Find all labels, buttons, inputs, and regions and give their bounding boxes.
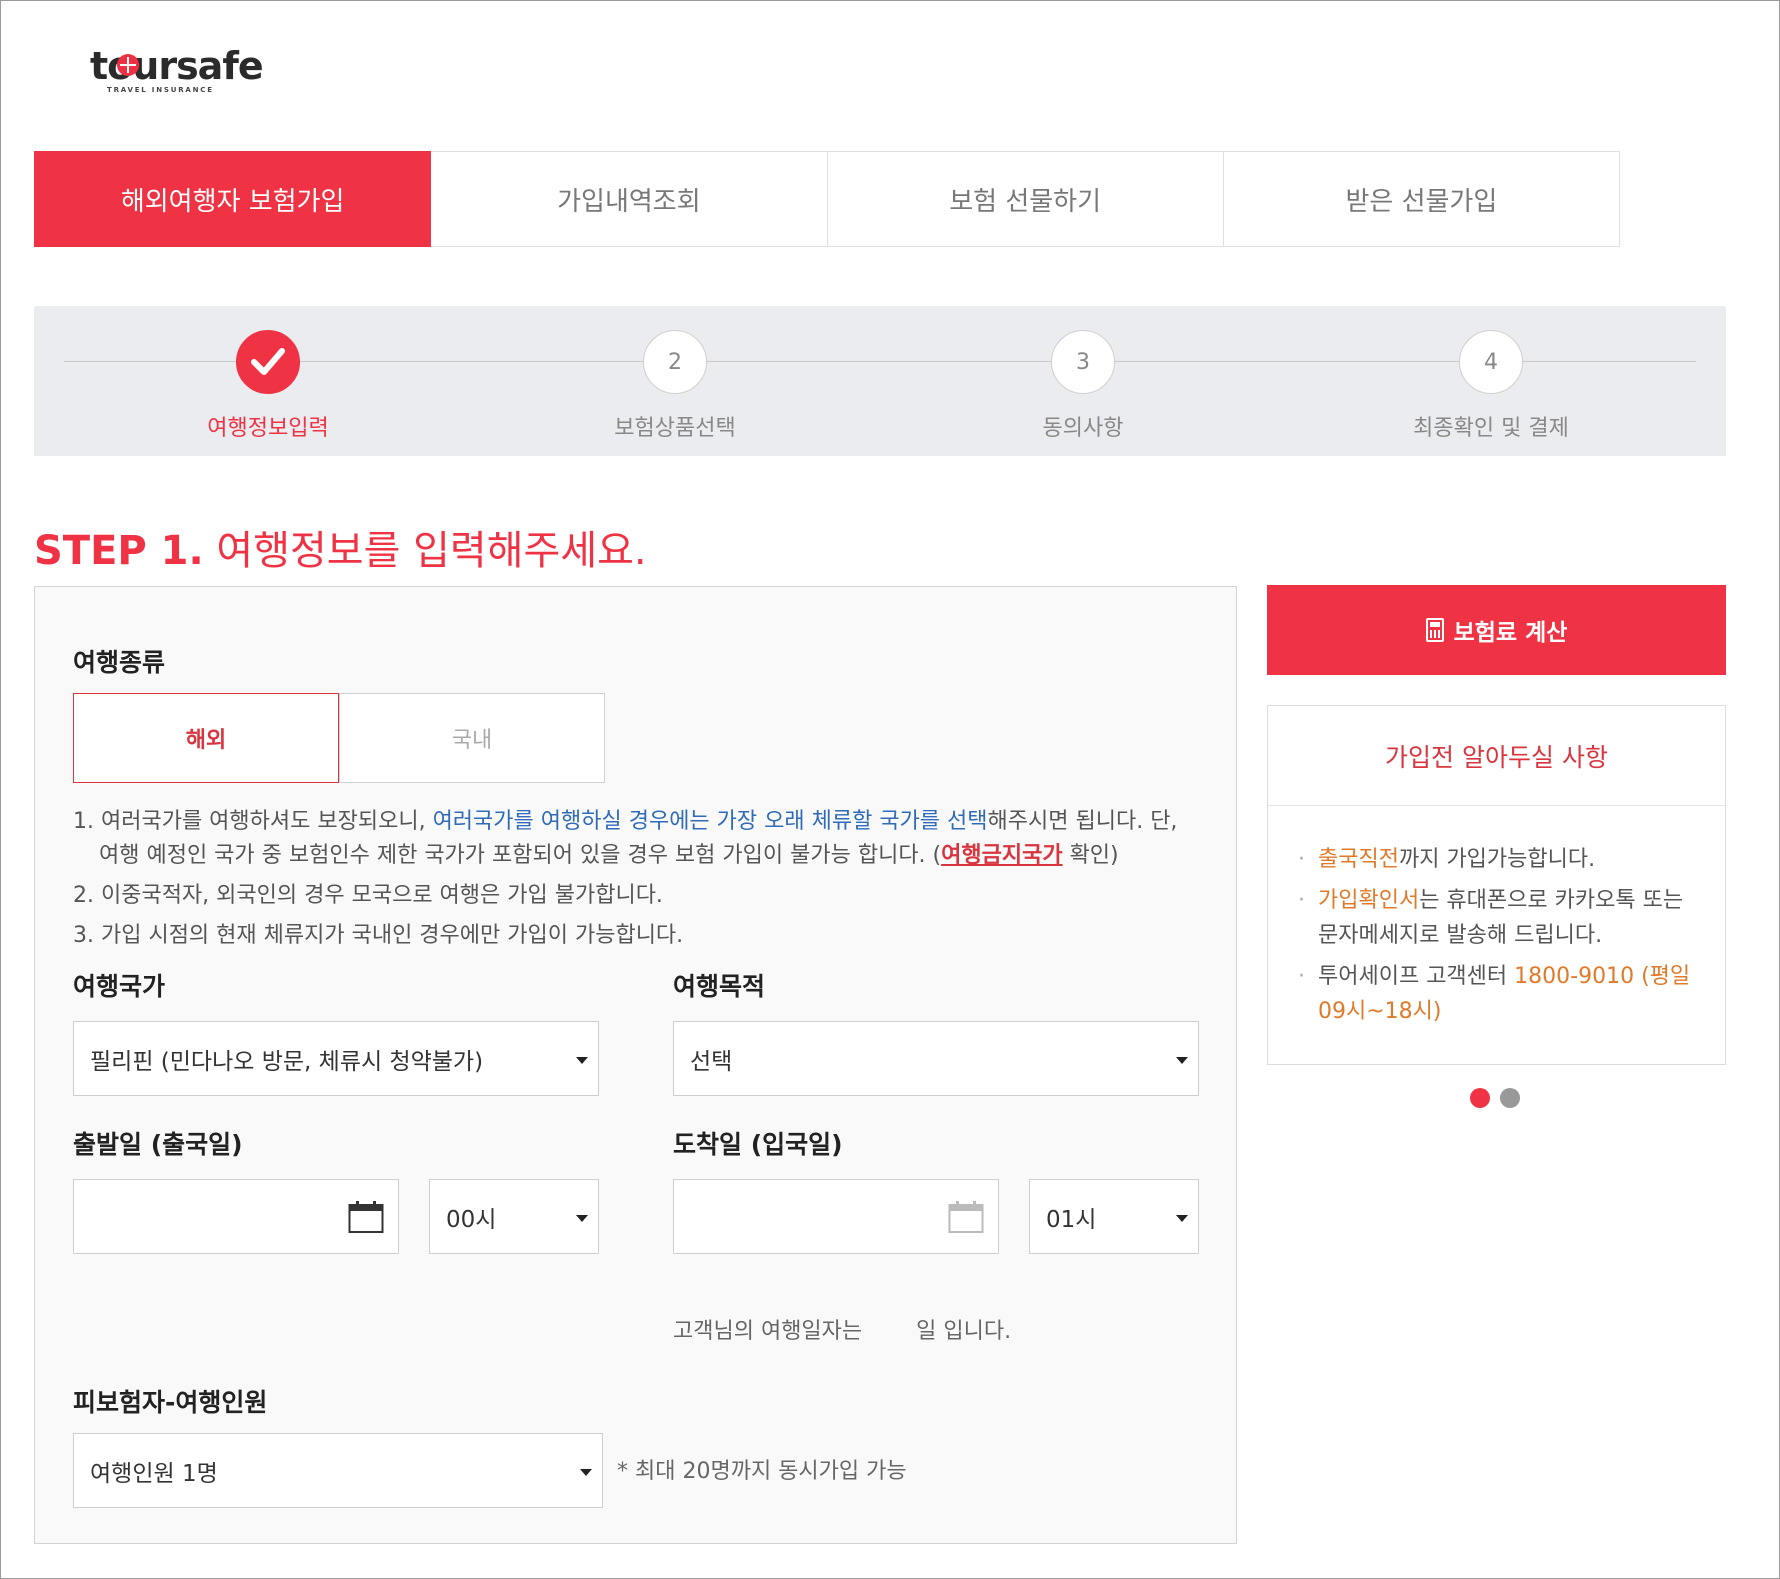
departure-date-input[interactable] — [73, 1179, 399, 1254]
globe-icon — [117, 54, 139, 76]
arrival-date-input[interactable] — [673, 1179, 999, 1254]
brand-logo[interactable]: toursafe TRAVEL INSURANCE — [90, 44, 264, 104]
country-label: 여행국가 — [73, 972, 166, 1001]
country-select[interactable]: 필리핀 (민다나오 방문, 체류시 청약불가) — [73, 1021, 599, 1096]
country-select-value: 필리핀 (민다나오 방문, 체류시 청약불가) — [90, 1048, 484, 1075]
tab-gift-insurance[interactable]: 보험 선물하기 — [827, 151, 1224, 247]
traveler-count-select[interactable]: 여행인원 1명 — [73, 1433, 603, 1508]
carousel-dot[interactable] — [1500, 1088, 1520, 1108]
notice-item: 3. 가입 시점의 현재 체류지가 국내인 경우에만 가입이 가능합니다. — [73, 923, 684, 948]
purpose-select[interactable]: 선택 — [673, 1021, 1199, 1096]
departure-hour-value: 00시 — [446, 1206, 497, 1233]
notice-box-item: 투어세이프 고객센터 1800-9010 (평일 09시~18시) — [1298, 959, 1705, 1029]
step-label: 최종확인 및 결제 — [1413, 416, 1569, 441]
departure-label: 출발일 (출국일) — [73, 1130, 243, 1159]
notice-text: 투어세이프 고객센터 — [1318, 964, 1515, 989]
tab-overseas-signup[interactable]: 해외여행자 보험가입 — [34, 151, 432, 247]
step-number-label: STEP 1. — [34, 528, 204, 574]
notice-text: 1. 여러국가를 여행하셔도 보장되오니, — [73, 809, 433, 834]
step-label: 동의사항 — [1042, 416, 1124, 441]
duration-prefix: 고객님의 여행일자는 — [673, 1319, 863, 1344]
step-label: 보험상품선택 — [614, 416, 736, 441]
notice-item: 1. 여러국가를 여행하셔도 보장되오니, 여러국가를 여행하실 경우에는 가장… — [73, 805, 1203, 873]
step-number: 4 — [1459, 330, 1523, 394]
step-label: 여행정보입력 — [207, 416, 329, 441]
step-number: 2 — [643, 330, 707, 394]
carousel-indicators — [1470, 1088, 1520, 1108]
caret-down-icon — [1176, 1057, 1188, 1064]
notice-highlight: 출국직전 — [1318, 847, 1399, 872]
step-3: 3 동의사항 — [983, 330, 1183, 442]
arrival-label: 도착일 (입국일) — [673, 1130, 843, 1159]
insured-label: 피보험자-여행인원 — [73, 1388, 268, 1417]
brand-tagline: TRAVEL INSURANCE — [107, 86, 214, 94]
notice-highlight: 여러국가를 여행하실 경우에는 가장 오래 체류할 국가를 선택 — [432, 809, 988, 834]
brand-wordmark: toursafe — [90, 44, 264, 88]
caret-down-icon — [580, 1469, 592, 1476]
travel-ban-countries-link[interactable]: 여행금지국가 — [941, 843, 1062, 868]
check-icon — [236, 330, 300, 394]
duration-suffix: 일 입니다. — [916, 1319, 1012, 1344]
pre-signup-notice-box: 가입전 알아두실 사항 출국직전까지 가입가능합니다. 가입확인서는 휴대폰으로… — [1267, 705, 1726, 1065]
notice-box-list: 출국직전까지 가입가능합니다. 가입확인서는 휴대폰으로 카카오톡 또는 문자메… — [1268, 806, 1725, 1029]
tab-received-gift[interactable]: 받은 선물가입 — [1223, 151, 1620, 247]
notice-box-title: 가입전 알아두실 사항 — [1268, 706, 1725, 806]
purpose-label: 여행목적 — [673, 972, 766, 1001]
trip-duration-hint: 고객님의 여행일자는 일 입니다. — [673, 1313, 1011, 1345]
notice-item: 2. 이중국적자, 외국인의 경우 모국으로 여행은 가입 불가합니다. — [73, 883, 663, 908]
arrival-hour-select[interactable]: 01시 — [1029, 1179, 1199, 1254]
arrival-hour-value: 01시 — [1046, 1206, 1097, 1233]
notice-text: 확인) — [1062, 843, 1119, 868]
notice-list: 1. 여러국가를 여행하셔도 보장되오니, 여러국가를 여행하실 경우에는 가장… — [73, 805, 1203, 959]
step-4: 4 최종확인 및 결제 — [1391, 330, 1591, 442]
trip-type-label: 여행종류 — [73, 648, 166, 677]
caret-down-icon — [1176, 1215, 1188, 1222]
caret-down-icon — [576, 1215, 588, 1222]
trip-type-overseas-button[interactable]: 해외 — [73, 693, 339, 783]
departure-hour-select[interactable]: 00시 — [429, 1179, 599, 1254]
step-title-text: 여행정보를 입력해주세요. — [216, 528, 647, 574]
trip-type-domestic-button[interactable]: 국내 — [339, 693, 605, 783]
travel-info-form: 여행종류 해외 국내 1. 여러국가를 여행하셔도 보장되오니, 여러국가를 여… — [34, 586, 1237, 1544]
calculator-icon — [1425, 618, 1444, 642]
traveler-count-value: 여행인원 1명 — [90, 1460, 218, 1487]
calculate-premium-label: 보험료 계산 — [1453, 620, 1568, 646]
carousel-dot[interactable] — [1470, 1088, 1490, 1108]
main-tabs: 해외여행자 보험가입 가입내역조회 보험 선물하기 받은 선물가입 — [34, 151, 1620, 247]
traveler-limit-hint: * 최대 20명까지 동시가입 가능 — [617, 1459, 907, 1484]
step-2: 2 보험상품선택 — [575, 330, 775, 442]
progress-stepper: 여행정보입력 2 보험상품선택 3 동의사항 4 최종확인 및 결제 — [34, 306, 1726, 456]
calendar-icon[interactable] — [348, 1200, 384, 1234]
step-1: 여행정보입력 — [168, 330, 368, 442]
notice-box-item: 출국직전까지 가입가능합니다. — [1298, 842, 1705, 877]
notice-highlight: 가입확인서 — [1318, 888, 1420, 913]
notice-text: 까지 가입가능합니다. — [1398, 847, 1596, 872]
notice-box-item: 가입확인서는 휴대폰으로 카카오톡 또는 문자메세지로 발송해 드립니다. — [1298, 883, 1705, 953]
step-number: 3 — [1051, 330, 1115, 394]
caret-down-icon — [576, 1057, 588, 1064]
purpose-select-value: 선택 — [690, 1048, 733, 1075]
trip-type-toggle: 해외 국내 — [73, 693, 605, 783]
tab-signup-history[interactable]: 가입내역조회 — [431, 151, 828, 247]
calendar-icon[interactable] — [948, 1200, 984, 1234]
page-title: STEP 1. 여행정보를 입력해주세요. — [34, 518, 647, 576]
calculate-premium-button[interactable]: 보험료 계산 — [1267, 585, 1726, 675]
